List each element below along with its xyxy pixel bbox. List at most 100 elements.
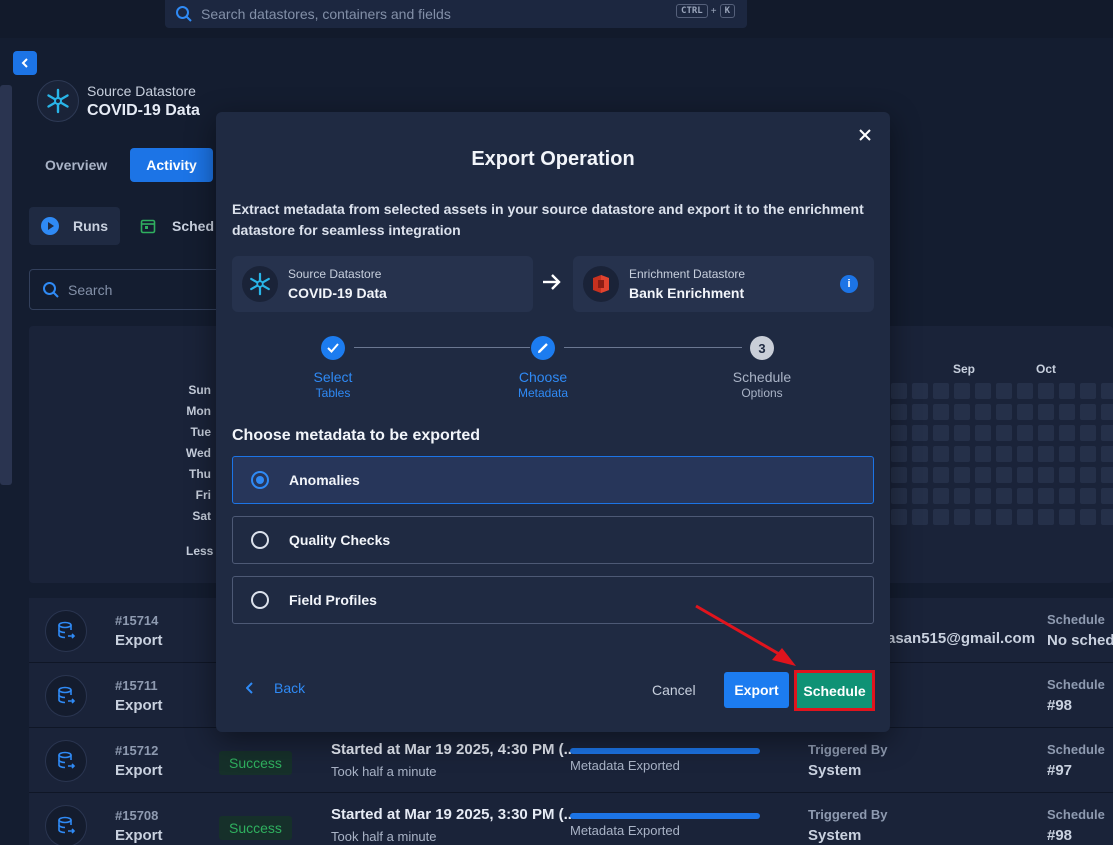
heatmap-cell[interactable] bbox=[954, 467, 970, 483]
heatmap-cell[interactable] bbox=[1059, 446, 1075, 462]
run-row[interactable]: #15708 Export Success Started at Mar 19 … bbox=[29, 793, 1113, 845]
heatmap-cell[interactable] bbox=[933, 509, 949, 525]
heatmap-cell[interactable] bbox=[975, 446, 991, 462]
heatmap-cell[interactable] bbox=[996, 404, 1012, 420]
heatmap-cell[interactable] bbox=[1038, 446, 1054, 462]
tab-overview[interactable]: Overview bbox=[29, 148, 123, 182]
heatmap-cell[interactable] bbox=[1101, 404, 1113, 420]
heatmap-cell[interactable] bbox=[912, 509, 928, 525]
heatmap-cell[interactable] bbox=[954, 383, 970, 399]
heatmap-cell[interactable] bbox=[954, 404, 970, 420]
heatmap-cell[interactable] bbox=[1059, 383, 1075, 399]
heatmap-cell[interactable] bbox=[1101, 446, 1113, 462]
heatmap-cell[interactable] bbox=[1080, 488, 1096, 504]
heatmap-cell[interactable] bbox=[891, 446, 907, 462]
heatmap-cell[interactable] bbox=[996, 467, 1012, 483]
heatmap-cell[interactable] bbox=[996, 446, 1012, 462]
heatmap-cell[interactable] bbox=[891, 383, 907, 399]
back-button[interactable]: Back bbox=[246, 680, 305, 696]
heatmap-cell[interactable] bbox=[1017, 488, 1033, 504]
heatmap-cell[interactable] bbox=[912, 404, 928, 420]
heatmap-cell[interactable] bbox=[1038, 425, 1054, 441]
heatmap-cell[interactable] bbox=[975, 467, 991, 483]
heatmap-cell[interactable] bbox=[954, 446, 970, 462]
subtab-runs[interactable]: Runs bbox=[29, 207, 120, 245]
heatmap-cell[interactable] bbox=[912, 383, 928, 399]
heatmap-cell[interactable] bbox=[1080, 467, 1096, 483]
cancel-button[interactable]: Cancel bbox=[652, 682, 696, 698]
heatmap-cell[interactable] bbox=[1059, 467, 1075, 483]
option-anomalies[interactable]: Anomalies bbox=[232, 456, 874, 504]
runs-search-placeholder: Search bbox=[68, 281, 113, 298]
heatmap-cell[interactable] bbox=[891, 509, 907, 525]
heatmap-cell[interactable] bbox=[1038, 383, 1054, 399]
heatmap-cell[interactable] bbox=[1059, 488, 1075, 504]
heatmap-cell[interactable] bbox=[1059, 509, 1075, 525]
heatmap-cell[interactable] bbox=[1059, 404, 1075, 420]
sidebar-scrollbar[interactable] bbox=[0, 85, 12, 485]
heatmap-cell[interactable] bbox=[1038, 488, 1054, 504]
heatmap-cell[interactable] bbox=[1080, 425, 1096, 441]
heatmap-cell[interactable] bbox=[933, 425, 949, 441]
global-search-input[interactable]: Search datastores, containers and fields… bbox=[165, 0, 747, 28]
heatmap-cell[interactable] bbox=[933, 383, 949, 399]
heatmap-cell[interactable] bbox=[933, 446, 949, 462]
heatmap-cell[interactable] bbox=[933, 467, 949, 483]
heatmap-cell[interactable] bbox=[975, 488, 991, 504]
heatmap-cell[interactable] bbox=[975, 509, 991, 525]
heatmap-cell[interactable] bbox=[912, 425, 928, 441]
heatmap-cell[interactable] bbox=[1038, 509, 1054, 525]
heatmap-cell[interactable] bbox=[1101, 509, 1113, 525]
heatmap-cell[interactable] bbox=[933, 404, 949, 420]
heatmap-cell[interactable] bbox=[975, 425, 991, 441]
heatmap-cell[interactable] bbox=[975, 404, 991, 420]
subtab-schedules[interactable]: Sched bbox=[128, 207, 226, 245]
heatmap-cell[interactable] bbox=[912, 446, 928, 462]
export-database-icon bbox=[45, 740, 87, 782]
heatmap-cell[interactable] bbox=[1017, 446, 1033, 462]
heatmap-cell[interactable] bbox=[1101, 488, 1113, 504]
heatmap-cell[interactable] bbox=[1101, 425, 1113, 441]
heatmap-cell[interactable] bbox=[954, 488, 970, 504]
heatmap-cell[interactable] bbox=[1101, 383, 1113, 399]
heatmap-cell[interactable] bbox=[933, 488, 949, 504]
step-schedule-options[interactable]: Schedule Options bbox=[702, 369, 822, 400]
heatmap-cell[interactable] bbox=[891, 425, 907, 441]
heatmap-cell[interactable] bbox=[1059, 425, 1075, 441]
heatmap-cell[interactable] bbox=[996, 488, 1012, 504]
step-select-tables[interactable]: Select Tables bbox=[273, 369, 393, 400]
heatmap-cell[interactable] bbox=[975, 383, 991, 399]
heatmap-cell[interactable] bbox=[1017, 509, 1033, 525]
run-row[interactable]: #15712 Export Success Started at Mar 19 … bbox=[29, 728, 1113, 793]
heatmap-cell[interactable] bbox=[891, 404, 907, 420]
heatmap-cell[interactable] bbox=[1017, 404, 1033, 420]
heatmap-cell[interactable] bbox=[1080, 509, 1096, 525]
heatmap-cell[interactable] bbox=[1080, 404, 1096, 420]
heatmap-cell[interactable] bbox=[996, 383, 1012, 399]
tab-activity[interactable]: Activity bbox=[130, 148, 213, 182]
export-button[interactable]: Export bbox=[724, 672, 789, 708]
heatmap-cell[interactable] bbox=[996, 425, 1012, 441]
runs-search-input[interactable]: Search bbox=[29, 269, 229, 310]
heatmap-cell[interactable] bbox=[954, 509, 970, 525]
heatmap-cell[interactable] bbox=[1038, 467, 1054, 483]
heatmap-cell[interactable] bbox=[1038, 404, 1054, 420]
step-choose-metadata[interactable]: Choose Metadata bbox=[483, 369, 603, 400]
heatmap-cell[interactable] bbox=[1017, 383, 1033, 399]
heatmap-cell[interactable] bbox=[1101, 467, 1113, 483]
heatmap-cell[interactable] bbox=[891, 467, 907, 483]
close-button[interactable] bbox=[854, 124, 876, 146]
heatmap-cell[interactable] bbox=[912, 467, 928, 483]
heatmap-cell[interactable] bbox=[996, 509, 1012, 525]
heatmap-cell[interactable] bbox=[891, 488, 907, 504]
heatmap-cell[interactable] bbox=[1080, 383, 1096, 399]
collapse-sidebar-button[interactable] bbox=[13, 51, 37, 75]
heatmap-cell[interactable] bbox=[912, 488, 928, 504]
heatmap-cell[interactable] bbox=[1080, 446, 1096, 462]
schedule-button[interactable]: Schedule bbox=[797, 673, 872, 708]
heatmap-cell[interactable] bbox=[1017, 467, 1033, 483]
heatmap-cell[interactable] bbox=[954, 425, 970, 441]
heatmap-cell[interactable] bbox=[1017, 425, 1033, 441]
info-icon[interactable]: i bbox=[840, 275, 858, 293]
option-quality-checks[interactable]: Quality Checks bbox=[232, 516, 874, 564]
